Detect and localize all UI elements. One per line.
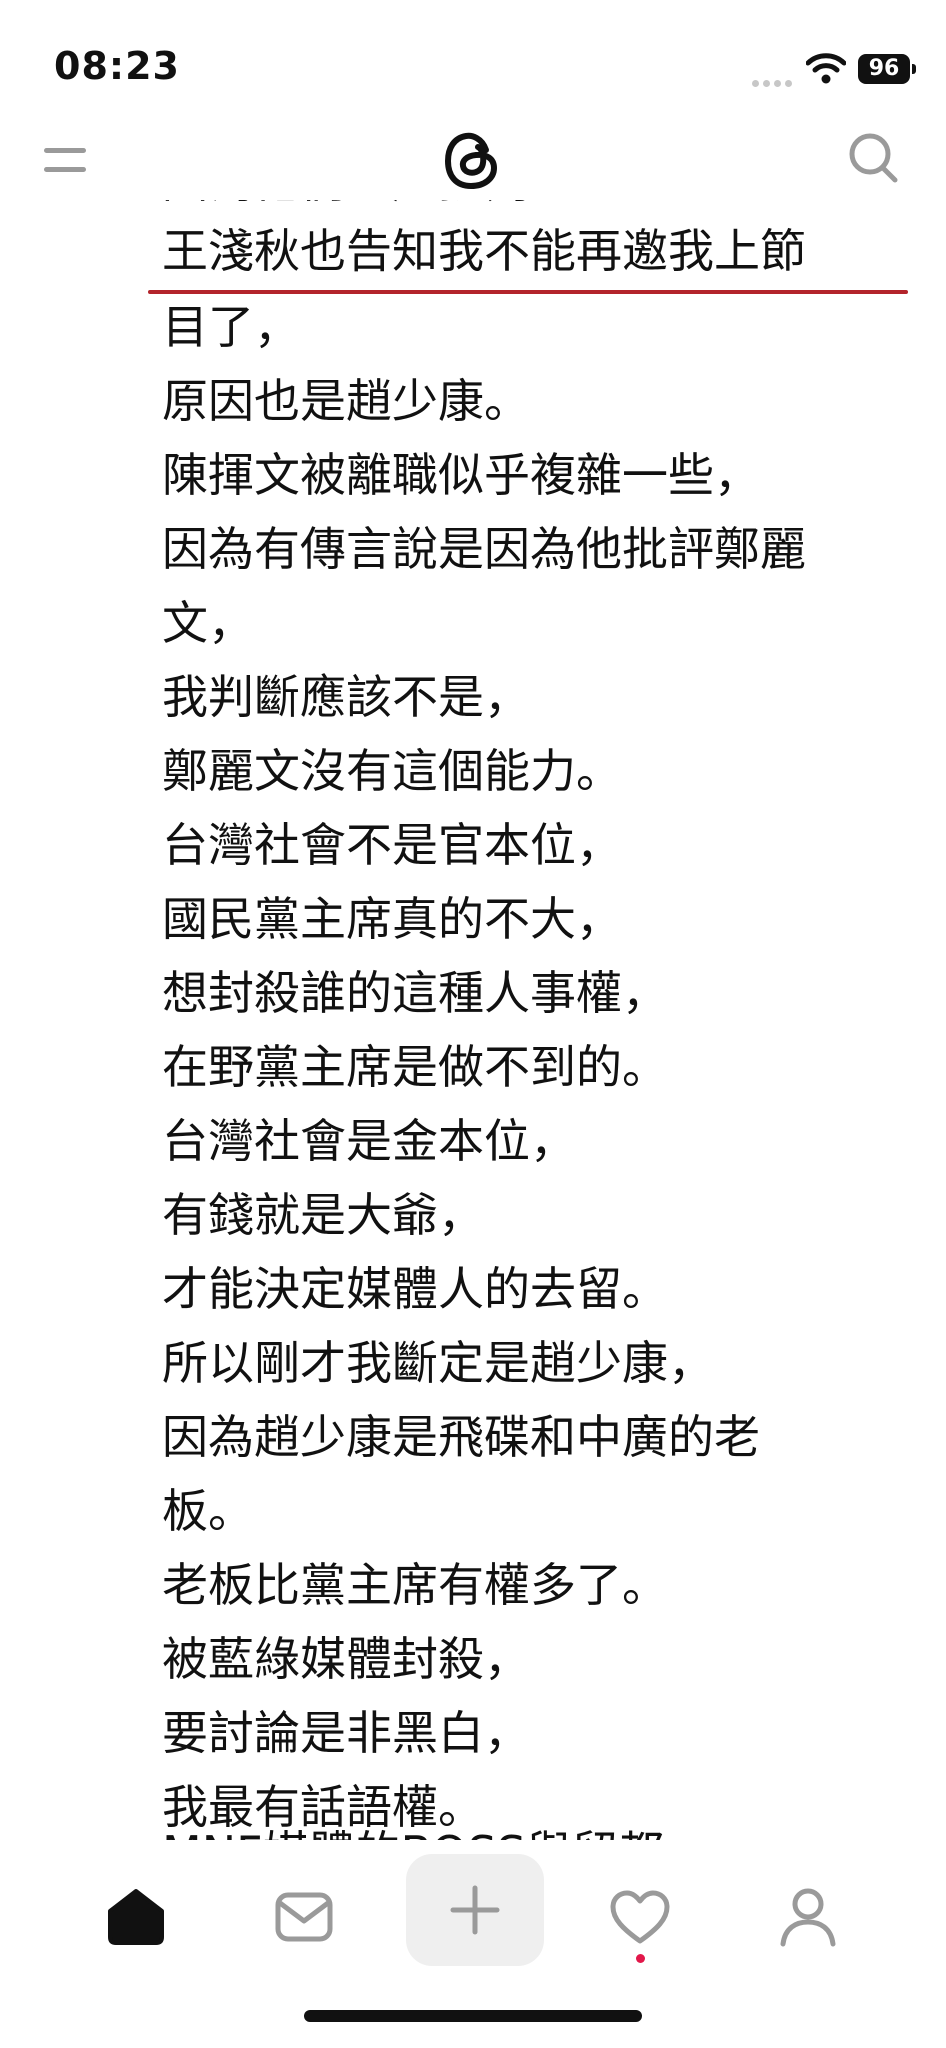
post-line: 原因也是趙少康。 [162,374,530,428]
post-line: 有錢就是大爺， [162,1188,484,1242]
inbox-icon[interactable] [254,1872,354,1962]
profile-icon[interactable] [758,1872,858,1962]
activity-heart-icon[interactable] [590,1872,690,1962]
post-line: 我判斷應該不是， [162,670,530,724]
post-line: 板。 [162,1484,254,1538]
post-line: 要討論是非黑白， [162,1706,530,1760]
home-indicator[interactable] [304,2010,642,2022]
post-line: 所以剛才我斷定是趙少康， [162,1336,714,1390]
signal-dots-icon [752,72,796,91]
bottom-nav [0,1842,946,1992]
compose-icon [450,1885,500,1935]
compose-button[interactable] [406,1854,544,1966]
post-line: 陳揮文被離職似乎複雜一些， [162,448,760,502]
menu-icon[interactable] [44,144,86,180]
post-line: 國民黨主席真的不大， [162,892,622,946]
post-content: 因為他們一起批判 王淺秋也告知我不能再邀我上節 目了， 原因也是趙少康。 陳揮文… [0,200,946,1840]
post-line: 老板比黨主席有權多了。 [162,1558,668,1612]
post-line: 台灣社會不是官本位， [162,818,622,872]
notification-dot [636,1954,645,1963]
status-time: 08:23 [54,44,180,88]
top-nav [0,120,946,200]
post-line: 王淺秋也告知我不能再邀我上節 [162,224,806,278]
home-icon[interactable] [86,1872,186,1962]
post-line: 在野黨主席是做不到的。 [162,1040,668,1094]
battery-icon: 96 [858,54,916,84]
post-line: 文， [162,596,254,650]
post-line: 目了， [162,300,300,354]
threads-logo-icon[interactable] [440,128,504,198]
status-bar: 08:23 96 [0,0,946,130]
wifi-icon [805,52,847,88]
post-line: 因為有傳言說是因為他批評鄭麗 [162,522,806,576]
post-line: 想封殺誰的這種人事權， [162,966,668,1020]
search-icon[interactable] [846,130,900,190]
post-line: 因為趙少康是飛碟和中廣的老 [162,1410,760,1464]
post-line: 台灣社會是金本位， [162,1114,576,1168]
post-line: 鄭麗文沒有這個能力。 [162,744,622,798]
post-line: 被藍綠媒體封殺， [162,1632,530,1686]
post-line: 因為他們一起批判 [162,200,530,216]
post-line: MNF媒體的BOSS與留都 [162,1818,664,1840]
post-line: 才能決定媒體人的去留。 [162,1262,668,1316]
